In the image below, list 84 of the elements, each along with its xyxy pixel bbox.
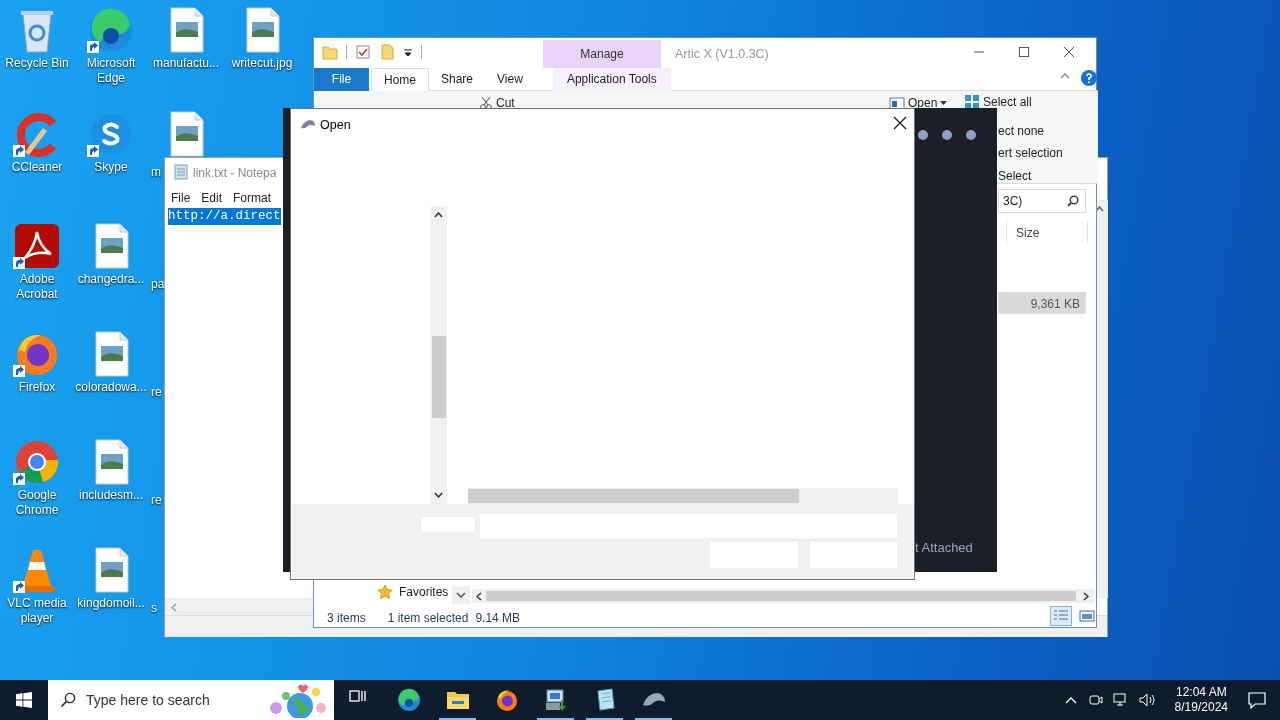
start-icon[interactable] <box>16 692 32 708</box>
ribbon-tab[interactable]: File <box>314 68 369 91</box>
window-title: Artic X (V1.0.3C) <box>675 46 769 63</box>
scroll-left-icon[interactable] <box>476 592 482 601</box>
status-text: 3 items <box>327 610 366 627</box>
ribbon-button[interactable]: Select all <box>983 93 1032 111</box>
scissors-icon[interactable] <box>479 96 493 110</box>
icon-label[interactable]: Microsoft Edge <box>74 56 148 86</box>
search-text: 3C) <box>1003 193 1023 210</box>
icon-label[interactable]: Google Chrome <box>0 488 74 518</box>
search-placeholder: Type here to search <box>86 690 211 710</box>
ribbon-tab[interactable]: View <box>485 68 535 91</box>
dolphin-icon <box>300 117 316 131</box>
close-icon[interactable] <box>893 116 907 130</box>
ribbon-button[interactable]: ect none <box>998 122 1045 140</box>
icon-label[interactable]: coloradowa... <box>75 380 147 395</box>
pdf-reader-icon[interactable] <box>13 222 61 269</box>
more-dots-icon[interactable] <box>917 129 977 141</box>
search-field[interactable]: 3C) <box>998 189 1086 213</box>
scrollbar-thumb[interactable] <box>468 489 799 503</box>
icon-label[interactable]: m <box>151 165 161 180</box>
scroll-down-icon[interactable] <box>434 492 443 498</box>
ribbon-tab[interactable]: Application Tools <box>552 68 671 91</box>
camera-icon[interactable] <box>1086 692 1103 708</box>
search-icon[interactable] <box>1067 195 1079 207</box>
clock-time[interactable]: 12:04 AM <box>1175 685 1227 700</box>
icon-label[interactable]: re <box>151 385 162 400</box>
icon-label[interactable]: s <box>151 601 157 616</box>
menu-item[interactable]: File <box>171 189 191 207</box>
status-text: 9.14 MB <box>475 610 521 627</box>
connection-status: t Attached <box>915 539 973 557</box>
dialog-title: Open <box>320 117 351 134</box>
thumbnail-view-icon[interactable] <box>1079 609 1095 623</box>
nav-item[interactable]: Favorites <box>399 583 449 601</box>
help-icon[interactable] <box>1081 70 1097 86</box>
network-icon[interactable] <box>1112 692 1129 708</box>
column-header[interactable]: Size <box>1006 220 1088 244</box>
status-text: 1 item selected <box>387 610 469 627</box>
chevron-up-icon[interactable] <box>1064 696 1077 704</box>
icon-label[interactable]: Recycle Bin <box>5 56 69 71</box>
search-box[interactable]: Type here to search <box>48 680 334 720</box>
ribbon-button[interactable]: ert selection <box>998 144 1063 162</box>
chevron-down-icon[interactable] <box>456 592 466 598</box>
window-title: link.txt - Notepa <box>193 165 277 182</box>
chrome-icon[interactable] <box>13 438 61 485</box>
search-icon <box>60 692 76 708</box>
scroll-up-icon[interactable] <box>434 212 443 218</box>
edge-icon[interactable] <box>87 6 135 53</box>
volume-icon[interactable] <box>1138 692 1157 708</box>
icon-label[interactable]: Firefox <box>18 380 56 395</box>
select-all-icon[interactable] <box>964 94 980 110</box>
icon-label[interactable]: writecut.jpg <box>231 56 293 71</box>
ribbon-tab[interactable]: Share <box>429 68 486 91</box>
icon-label[interactable]: Adobe Acrobat <box>0 272 74 302</box>
context-tab-header: Manage <box>543 40 661 68</box>
checklist-icon[interactable] <box>355 44 371 60</box>
installer-icon[interactable] <box>543 688 568 712</box>
scrollbar-thumb[interactable] <box>486 591 1076 601</box>
scrollbar-thumb[interactable] <box>432 336 446 418</box>
caret-icon <box>940 100 948 106</box>
icon-label[interactable]: kingdomoil... <box>77 596 145 611</box>
ribbon-button[interactable]: Open <box>908 94 938 112</box>
icon-label[interactable]: Skype <box>94 160 128 175</box>
icon-label[interactable]: CCleaner <box>11 160 63 175</box>
text-content[interactable]: http://a.direct <box>168 208 281 225</box>
edge-icon[interactable] <box>396 688 421 712</box>
icon-label[interactable]: includesm... <box>79 488 143 503</box>
menu-item[interactable]: Format <box>233 189 272 207</box>
notepad-icon <box>173 164 189 180</box>
ribbon-button[interactable]: Select <box>998 167 1032 185</box>
icon-label[interactable]: changedra... <box>77 272 145 287</box>
file-size-cell[interactable]: 9,361 KB <box>998 292 1086 314</box>
icon-label[interactable]: pa <box>151 277 165 292</box>
icon-label[interactable]: VLC media player <box>0 596 74 626</box>
icon-label[interactable]: re <box>151 493 162 508</box>
ribbon-button[interactable]: Cut <box>496 94 515 112</box>
scroll-right-icon[interactable] <box>1083 592 1089 601</box>
ribbon-tab[interactable]: Home <box>371 68 429 91</box>
notifications-icon[interactable] <box>1248 691 1266 709</box>
icon-label[interactable]: manufactu... <box>152 56 219 71</box>
firefox-icon[interactable] <box>494 688 519 712</box>
clock-date[interactable]: 8/19/2024 <box>1174 700 1228 715</box>
menu-item[interactable]: Edit <box>201 189 223 207</box>
star-icon <box>377 584 393 600</box>
